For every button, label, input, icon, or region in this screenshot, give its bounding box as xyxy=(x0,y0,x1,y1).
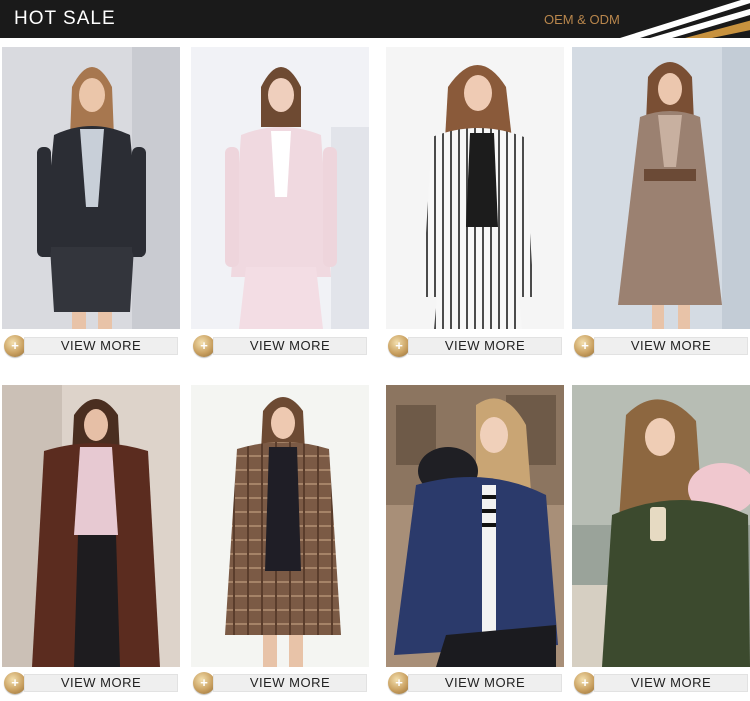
plus-icon[interactable]: + xyxy=(574,672,596,694)
product-photo-taupe-coat[interactable] xyxy=(572,47,750,329)
plus-icon[interactable]: + xyxy=(193,335,215,357)
view-more-row: + VIEW MORE xyxy=(191,335,369,357)
plus-icon[interactable]: + xyxy=(388,335,410,357)
plus-icon[interactable]: + xyxy=(193,672,215,694)
product-photo-navy-puffer[interactable] xyxy=(386,385,564,667)
view-more-row: + VIEW MORE xyxy=(386,672,564,694)
plus-icon[interactable]: + xyxy=(4,672,26,694)
product-photo-olive-parka[interactable] xyxy=(572,385,750,667)
view-more-button[interactable]: VIEW MORE xyxy=(213,337,367,355)
view-more-button[interactable]: VIEW MORE xyxy=(408,337,562,355)
plus-icon[interactable]: + xyxy=(574,335,596,357)
view-more-row: + VIEW MORE xyxy=(572,672,750,694)
header-stripe-decoration xyxy=(620,0,750,38)
view-more-row: + VIEW MORE xyxy=(2,672,180,694)
view-more-row: + VIEW MORE xyxy=(2,335,180,357)
view-more-row: + VIEW MORE xyxy=(572,335,750,357)
view-more-button[interactable]: VIEW MORE xyxy=(213,674,367,692)
product-photo-striped-blazer[interactable] xyxy=(386,47,564,329)
product-photo-plaid-coat[interactable] xyxy=(191,385,369,667)
view-more-button[interactable]: VIEW MORE xyxy=(408,674,562,692)
view-more-button[interactable]: VIEW MORE xyxy=(594,337,748,355)
view-more-button[interactable]: VIEW MORE xyxy=(594,674,748,692)
hot-sale-header: HOT SALE OEM & ODM xyxy=(0,0,750,38)
plus-icon[interactable]: + xyxy=(388,672,410,694)
view-more-row: + VIEW MORE xyxy=(191,672,369,694)
view-more-row: + VIEW MORE xyxy=(386,335,564,357)
product-photo-brown-wool-coat[interactable] xyxy=(2,385,180,667)
product-photo-pink-suit[interactable] xyxy=(191,47,369,329)
plus-icon[interactable]: + xyxy=(4,335,26,357)
product-photo-black-blazer-skirt[interactable] xyxy=(2,47,180,329)
view-more-button[interactable]: VIEW MORE xyxy=(24,674,178,692)
view-more-button[interactable]: VIEW MORE xyxy=(24,337,178,355)
